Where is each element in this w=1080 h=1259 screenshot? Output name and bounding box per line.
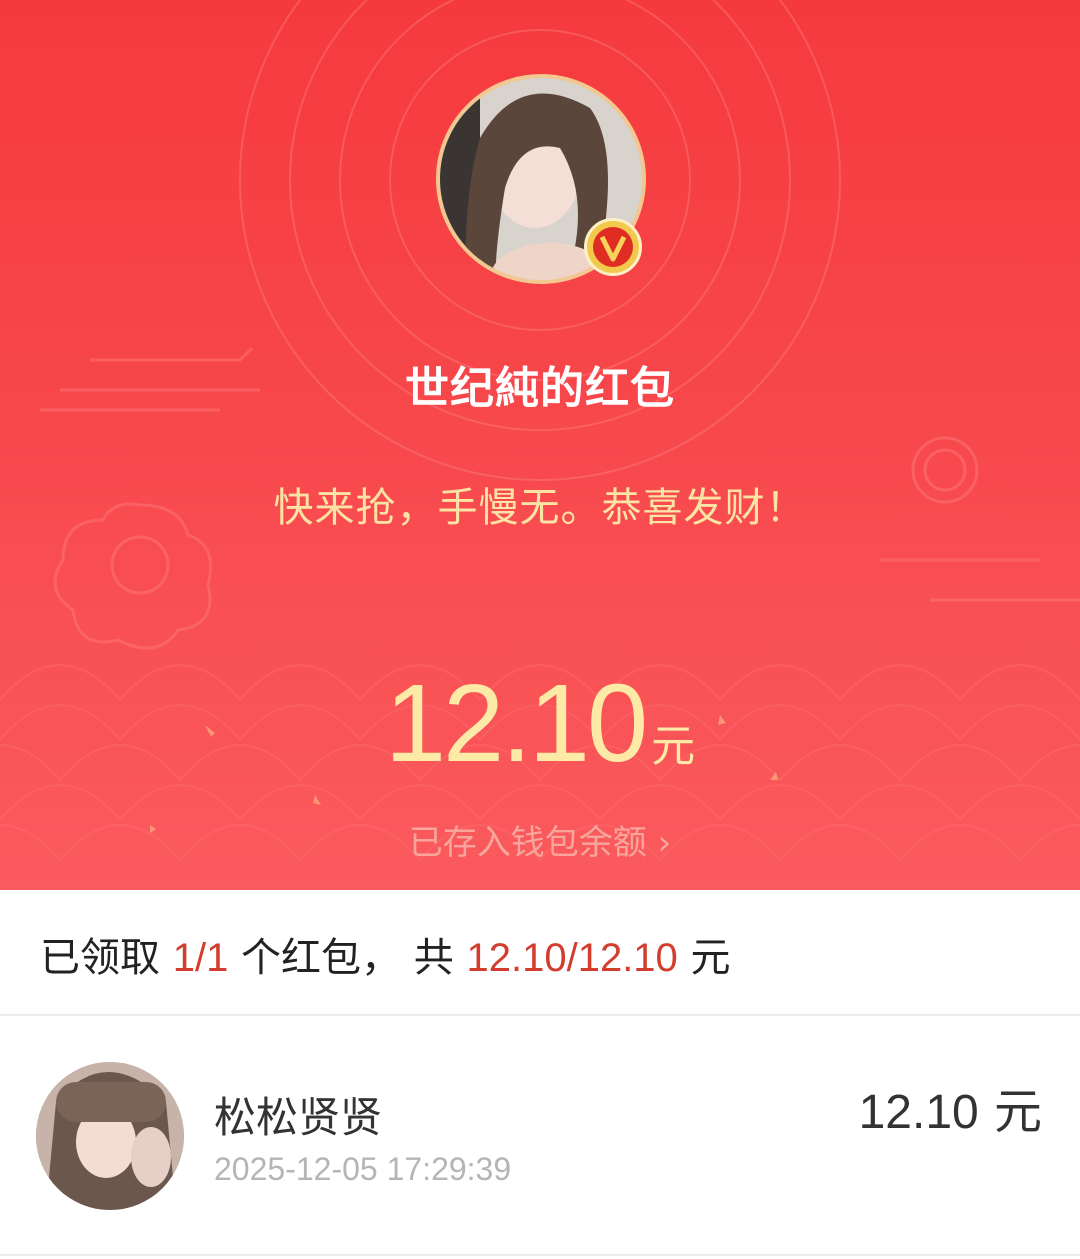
recipient-amount-value: 12.10 bbox=[858, 1086, 979, 1139]
claimed-count: 1/1 bbox=[172, 936, 229, 980]
recipient-avatar[interactable] bbox=[36, 1062, 184, 1210]
list-item[interactable]: 松松贤贤 2025-12-05 17:29:39 12.10 元 bbox=[0, 1016, 1080, 1256]
summary-middle: 个红包， 共 bbox=[228, 935, 467, 981]
claimed-total: 12.10/12.10 bbox=[466, 936, 678, 980]
verified-badge bbox=[584, 218, 642, 276]
claim-summary: 已领取 1/1 个红包， 共 12.10/12.10 元 bbox=[40, 925, 731, 983]
wallet-balance-link[interactable]: 已存入钱包余额 › bbox=[0, 815, 1080, 864]
claim-timestamp: 2025-12-05 17:29:39 bbox=[214, 1151, 512, 1187]
chevron-right-icon: › bbox=[657, 823, 672, 863]
avatar-image bbox=[36, 1062, 184, 1210]
divider bbox=[0, 1254, 1080, 1256]
received-amount: 12.10 元 bbox=[0, 660, 1080, 787]
recipient-amount: 12.10 元 bbox=[859, 1072, 1042, 1142]
recipient-amount-unit: 元 bbox=[993, 1084, 1042, 1140]
amount-value: 12.10 bbox=[384, 662, 648, 785]
red-packet-title: 世纪純的红包 bbox=[405, 363, 675, 414]
red-packet-greeting: 快来抢，手慢无。恭喜发财！ bbox=[273, 485, 807, 531]
sender-avatar-group[interactable] bbox=[436, 74, 646, 284]
recipient-name: 松松贤贤 bbox=[214, 1093, 383, 1142]
summary-suffix: 元 bbox=[677, 935, 731, 981]
summary-prefix: 已领取 bbox=[40, 935, 173, 981]
v-badge-icon bbox=[593, 227, 633, 267]
red-packet-header: 世纪純的红包 快来抢，手慢无。恭喜发财！ 12.10 元 已存入钱包余额 › bbox=[0, 0, 1080, 890]
amount-unit: 元 bbox=[651, 721, 696, 772]
wallet-link-label: 已存入钱包余额 bbox=[408, 823, 647, 863]
